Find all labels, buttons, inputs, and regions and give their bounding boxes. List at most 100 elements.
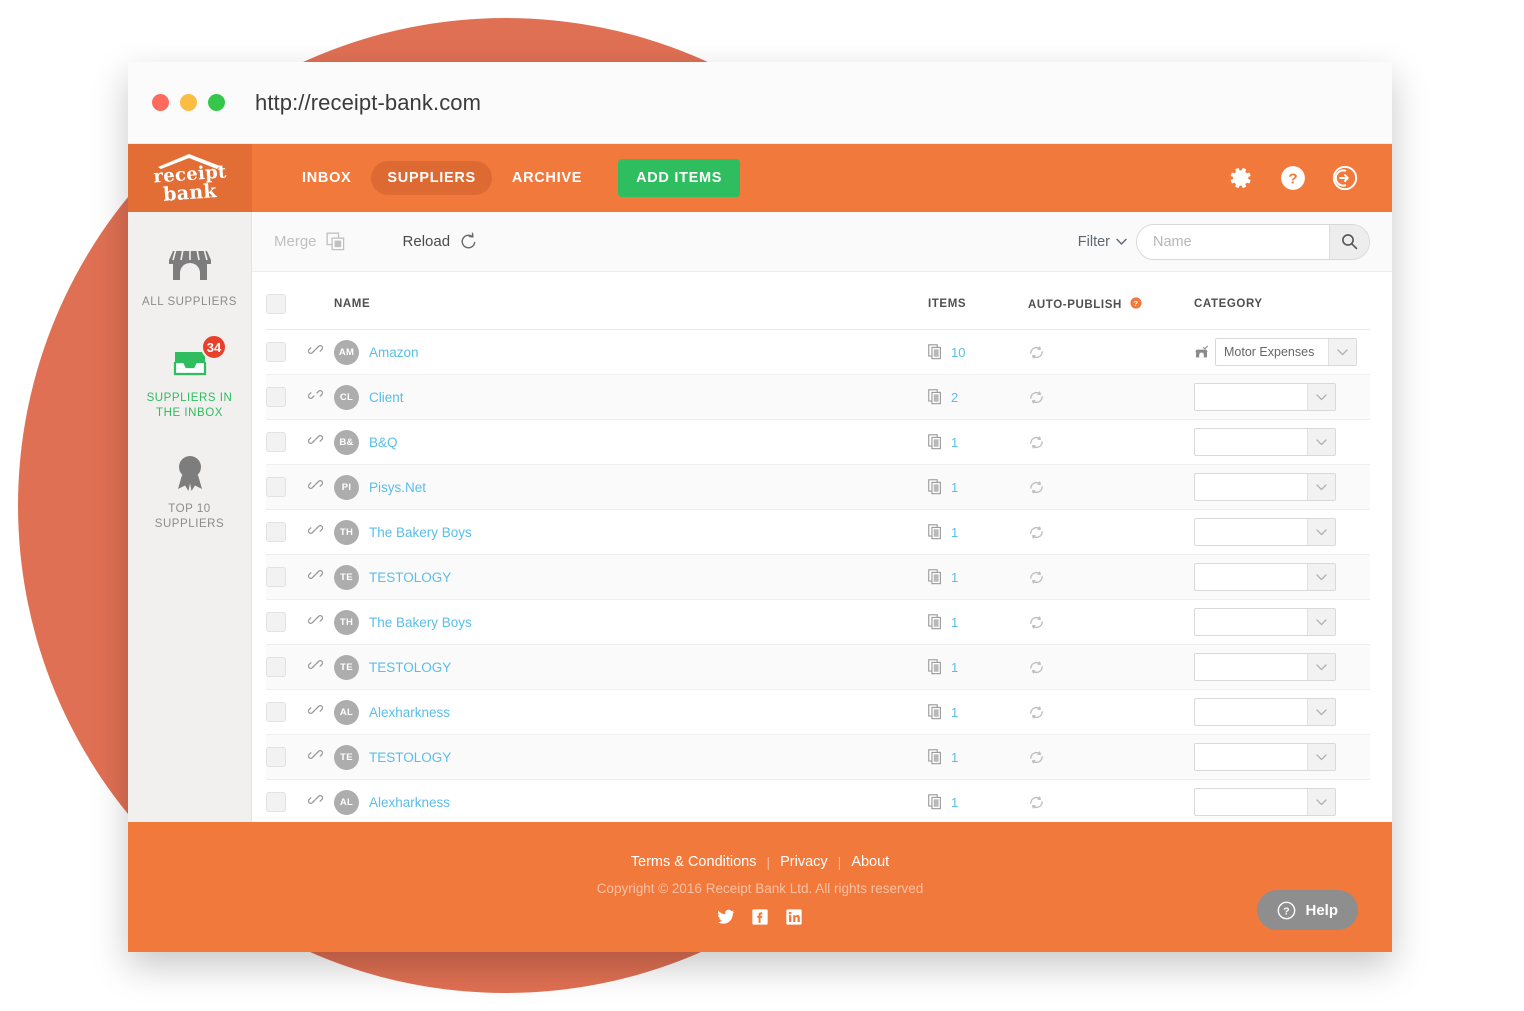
link-icon[interactable] (307, 657, 324, 672)
category-select[interactable] (1194, 653, 1336, 681)
supplier-name-link[interactable]: The Bakery Boys (369, 525, 472, 540)
gear-icon[interactable] (1228, 165, 1254, 191)
table-row[interactable]: AL Alexharkness 1 (266, 689, 1370, 735)
item-count[interactable]: 1 (951, 705, 958, 720)
table-row[interactable]: TE TESTOLOGY 1 (266, 554, 1370, 600)
linkedin-icon[interactable] (785, 908, 803, 926)
footer-link-terms[interactable]: Terms & Conditions (631, 854, 757, 870)
link-icon[interactable] (307, 432, 324, 447)
item-count[interactable]: 1 (951, 525, 958, 540)
tab-archive[interactable]: ARCHIVE (496, 161, 598, 195)
supplier-name-link[interactable]: TESTOLOGY (369, 660, 451, 675)
row-checkbox[interactable] (266, 432, 286, 452)
table-row[interactable]: B& B&Q 1 (266, 419, 1370, 465)
merge-button[interactable]: Merge (266, 228, 353, 255)
sidebar-item-top-10-suppliers[interactable]: TOP 10 SUPPLIERS (128, 437, 251, 548)
filter-dropdown[interactable]: Filter (1078, 234, 1127, 250)
search-input[interactable] (1137, 224, 1329, 259)
auto-publish-sync-icon[interactable] (1028, 704, 1045, 721)
auto-publish-sync-icon[interactable] (1028, 524, 1045, 541)
facebook-icon[interactable] (751, 908, 769, 926)
link-icon[interactable] (307, 747, 324, 762)
item-count[interactable]: 1 (951, 570, 958, 585)
category-select[interactable] (1194, 473, 1336, 501)
category-select[interactable] (1194, 743, 1336, 771)
auto-publish-sync-icon[interactable] (1028, 794, 1045, 811)
table-row[interactable]: AL Alexharkness 1 (266, 780, 1370, 823)
reload-button[interactable]: Reload (395, 228, 487, 255)
link-icon[interactable] (307, 612, 324, 627)
link-icon[interactable] (307, 522, 324, 537)
row-checkbox[interactable] (266, 657, 286, 677)
auto-publish-sync-icon[interactable] (1028, 479, 1045, 496)
address-bar[interactable]: http://receipt-bank.com (255, 90, 481, 116)
search-button[interactable] (1329, 224, 1369, 259)
item-count[interactable]: 10 (951, 345, 965, 360)
row-checkbox[interactable] (266, 342, 286, 362)
category-select[interactable] (1194, 788, 1336, 817)
category-select[interactable]: Motor Expenses (1215, 338, 1357, 366)
supplier-name-link[interactable]: B&Q (369, 435, 398, 450)
close-window-button[interactable] (152, 94, 169, 111)
broken-link-icon[interactable] (307, 387, 324, 402)
category-select[interactable] (1194, 563, 1336, 591)
row-checkbox[interactable] (266, 387, 286, 407)
auto-publish-sync-icon[interactable] (1028, 389, 1045, 406)
link-icon[interactable] (307, 792, 324, 807)
category-select[interactable] (1194, 518, 1336, 546)
auto-publish-sync-icon[interactable] (1028, 434, 1045, 451)
item-count[interactable]: 2 (951, 390, 958, 405)
category-select[interactable] (1194, 383, 1336, 411)
supplier-name-link[interactable]: Alexharkness (369, 705, 450, 720)
footer-link-privacy[interactable]: Privacy (780, 854, 828, 870)
supplier-name-link[interactable]: Amazon (369, 345, 419, 360)
supplier-name-link[interactable]: TESTOLOGY (369, 570, 451, 585)
table-row[interactable]: TE TESTOLOGY 1 (266, 734, 1370, 780)
supplier-name-link[interactable]: Client (369, 390, 404, 405)
maximize-window-button[interactable] (208, 94, 225, 111)
auto-publish-sync-icon[interactable] (1028, 344, 1045, 361)
table-row[interactable]: TH The Bakery Boys 1 (266, 599, 1370, 645)
sidebar-item-all-suppliers[interactable]: ALL SUPPLIERS (128, 230, 251, 326)
table-row[interactable]: TH The Bakery Boys 1 (266, 509, 1370, 555)
tab-inbox[interactable]: INBOX (286, 161, 367, 195)
row-checkbox[interactable] (266, 792, 286, 813)
row-checkbox[interactable] (266, 702, 286, 722)
auto-publish-sync-icon[interactable] (1028, 659, 1045, 676)
info-tooltip-icon[interactable]: ? (1130, 297, 1142, 309)
supplier-name-link[interactable]: The Bakery Boys (369, 615, 472, 630)
row-checkbox[interactable] (266, 567, 286, 587)
row-checkbox[interactable] (266, 477, 286, 497)
supplier-name-link[interactable]: Alexharkness (369, 795, 450, 810)
minimize-window-button[interactable] (180, 94, 197, 111)
help-widget-button[interactable]: ? Help (1257, 890, 1358, 930)
row-checkbox[interactable] (266, 747, 286, 767)
auto-publish-sync-icon[interactable] (1028, 614, 1045, 631)
select-all-checkbox[interactable] (266, 294, 286, 314)
link-icon[interactable] (307, 342, 324, 357)
item-count[interactable]: 1 (951, 750, 958, 765)
logout-icon[interactable] (1332, 165, 1358, 191)
row-checkbox[interactable] (266, 612, 286, 632)
footer-link-about[interactable]: About (851, 854, 889, 870)
table-row[interactable]: AM Amazon 10 Motor Expenses (266, 329, 1370, 375)
add-items-button[interactable]: ADD ITEMS (618, 159, 741, 197)
supplier-name-link[interactable]: Pisys.Net (369, 480, 426, 495)
supplier-name-link[interactable]: TESTOLOGY (369, 750, 451, 765)
item-count[interactable]: 1 (951, 795, 958, 810)
table-row[interactable]: PI Pisys.Net 1 (266, 464, 1370, 510)
auto-publish-sync-icon[interactable] (1028, 569, 1045, 586)
auto-publish-sync-icon[interactable] (1028, 749, 1045, 766)
link-icon[interactable] (307, 477, 324, 492)
item-count[interactable]: 1 (951, 660, 958, 675)
item-count[interactable]: 1 (951, 615, 958, 630)
sidebar-item-suppliers-in-the-inbox[interactable]: 34 SUPPLIERS IN THE INBOX (128, 326, 251, 437)
item-count[interactable]: 1 (951, 480, 958, 495)
table-row[interactable]: CL Client 2 (266, 374, 1370, 420)
tab-suppliers[interactable]: SUPPLIERS (371, 161, 492, 195)
table-row[interactable]: TE TESTOLOGY 1 (266, 644, 1370, 690)
link-icon[interactable] (307, 702, 324, 717)
item-count[interactable]: 1 (951, 435, 958, 450)
app-logo[interactable]: receipt bank (128, 144, 252, 212)
category-select[interactable] (1194, 428, 1336, 456)
